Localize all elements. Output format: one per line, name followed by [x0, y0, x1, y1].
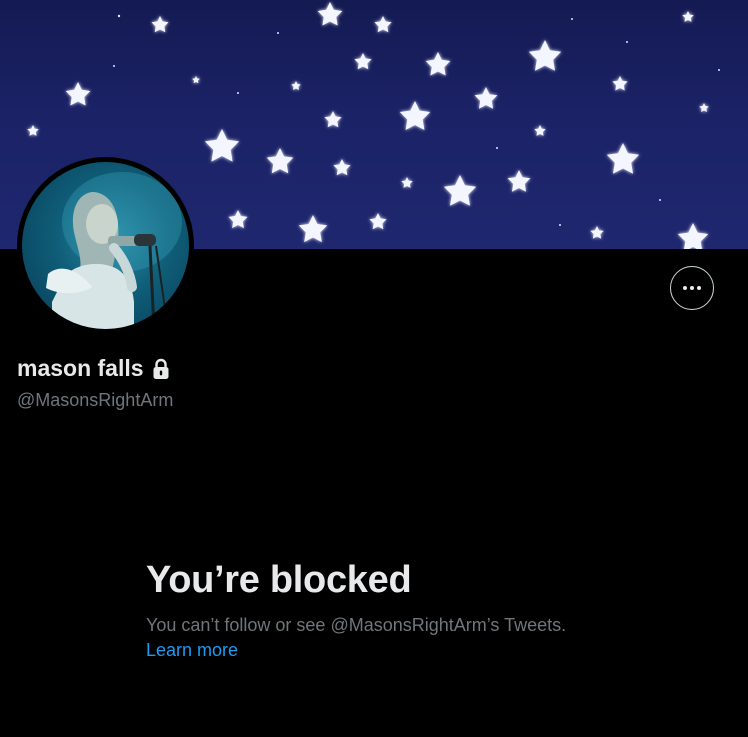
avatar-photo — [22, 162, 189, 329]
blocked-description: You can’t follow or see @MasonsRightArm’… — [146, 615, 567, 635]
lock-icon — [152, 358, 170, 380]
profile-display-name: mason falls — [17, 355, 144, 381]
more-options-button[interactable] — [670, 266, 714, 310]
more-horizontal-icon — [683, 286, 701, 290]
blocked-notice: You’re blocked You can’t follow or see @… — [146, 556, 606, 662]
blocked-title: You’re blocked — [146, 559, 412, 601]
profile-handle: @MasonsRightArm — [17, 390, 174, 410]
profile-avatar[interactable] — [17, 157, 194, 334]
profile-name-row: mason falls — [17, 355, 170, 382]
learn-more-link[interactable]: Learn more — [146, 638, 238, 662]
